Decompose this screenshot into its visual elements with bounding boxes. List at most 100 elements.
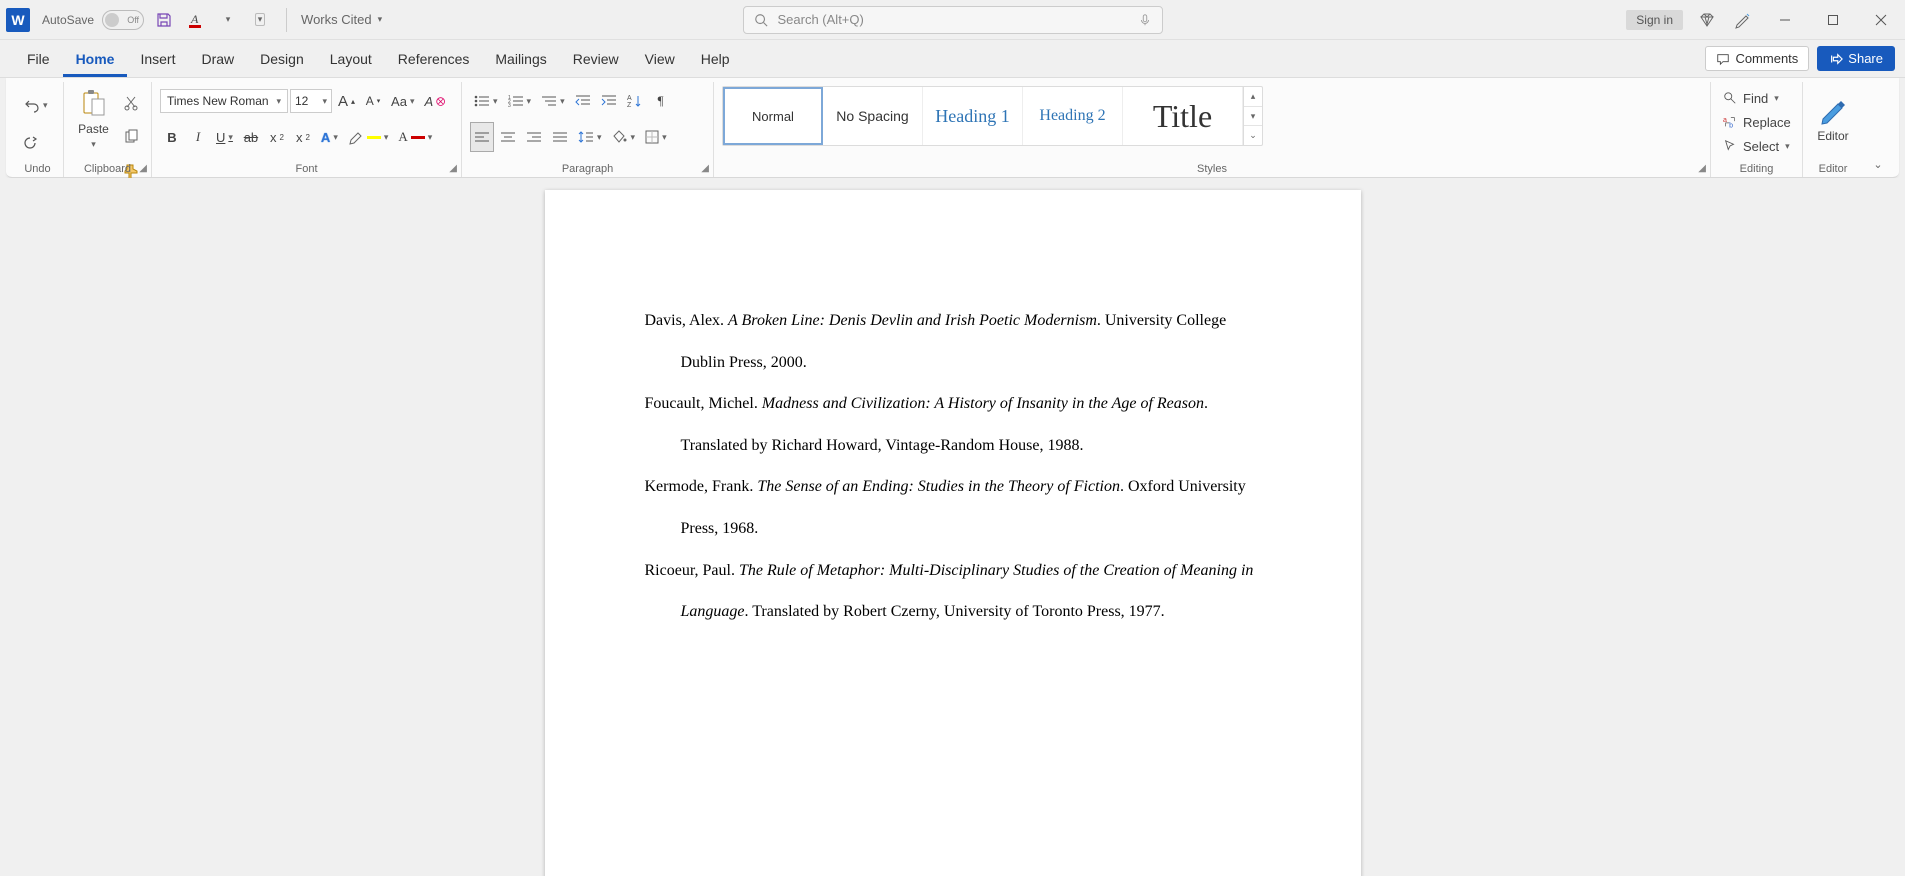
entry-author: Davis, Alex. [645, 312, 725, 329]
multilevel-list-button[interactable]: ▾ [537, 86, 569, 116]
align-right-button[interactable] [522, 122, 546, 152]
editor-button[interactable]: Editor [1811, 84, 1855, 154]
diamond-icon[interactable] [1695, 8, 1719, 32]
entry-author: Foucault, Michel. [645, 395, 758, 412]
sort-button[interactable]: AZ [623, 86, 647, 116]
tab-view[interactable]: View [632, 43, 688, 77]
close-button[interactable] [1863, 6, 1899, 34]
font-launcher[interactable]: ◢ [449, 163, 457, 174]
font-color-qat[interactable]: A [184, 8, 208, 32]
change-case-button[interactable]: Aa▾ [387, 86, 418, 116]
subscript-button[interactable]: x2 [265, 122, 289, 152]
tab-insert[interactable]: Insert [127, 43, 188, 77]
italic-button[interactable]: I [186, 122, 210, 152]
styles-scroll-up[interactable]: ▴ [1244, 87, 1262, 107]
mic-icon[interactable] [1138, 13, 1152, 27]
copy-button[interactable] [119, 122, 143, 152]
tab-mailings[interactable]: Mailings [482, 43, 559, 77]
collapse-ribbon-button[interactable]: ⌄ [1863, 82, 1893, 177]
minimize-button[interactable] [1767, 6, 1803, 34]
comments-label: Comments [1735, 51, 1798, 66]
document-canvas[interactable]: Davis, Alex. A Broken Line: Denis Devlin… [0, 178, 1905, 876]
maximize-button[interactable] [1815, 6, 1851, 34]
styles-scroll-down[interactable]: ▾ [1244, 107, 1262, 127]
entry-title: The Sense of an Ending: Studies in the T… [757, 478, 1120, 495]
editor-label: Editor [1817, 129, 1848, 143]
tab-design[interactable]: Design [247, 43, 317, 77]
citation-entry[interactable]: Davis, Alex. A Broken Line: Denis Devlin… [645, 300, 1261, 383]
grow-font-button[interactable]: A▴ [334, 86, 359, 116]
autosave-state: Off [127, 15, 139, 25]
entry-author: Ricoeur, Paul. [645, 562, 735, 579]
tab-layout[interactable]: Layout [317, 43, 385, 77]
style-heading-1[interactable]: Heading 1 [923, 87, 1023, 145]
styles-expand[interactable]: ⌄ [1244, 126, 1262, 145]
redo-button[interactable] [20, 128, 44, 158]
title-bar: W AutoSave Off A ▾ ▾ Works Cited▾ Search… [0, 0, 1905, 40]
clear-format-button[interactable]: A⨂ [420, 86, 449, 116]
undo-button[interactable]: ▾ [20, 90, 52, 120]
style-normal[interactable]: Normal [723, 87, 823, 145]
group-label-font: Font [152, 163, 461, 175]
borders-button[interactable]: ▾ [641, 122, 671, 152]
tab-file[interactable]: File [14, 43, 63, 77]
decrease-indent-button[interactable] [571, 86, 595, 116]
numbering-button[interactable]: 123▾ [504, 86, 536, 116]
bullets-button[interactable]: ▾ [470, 86, 502, 116]
clipboard-launcher[interactable]: ◢ [139, 163, 147, 174]
citation-entry[interactable]: Kermode, Frank. The Sense of an Ending: … [645, 466, 1261, 549]
search-input[interactable]: Search (Alt+Q) [743, 6, 1163, 34]
separator [286, 8, 287, 32]
autosave-label: AutoSave [42, 13, 94, 27]
tab-home[interactable]: Home [63, 43, 128, 77]
align-center-button[interactable] [496, 122, 520, 152]
align-left-button[interactable] [470, 122, 494, 152]
bold-button[interactable]: B [160, 122, 184, 152]
styles-launcher[interactable]: ◢ [1698, 163, 1706, 174]
shading-button[interactable]: ▾ [608, 122, 640, 152]
tab-references[interactable]: References [385, 43, 483, 77]
document-title-text: Works Cited [301, 12, 372, 27]
justify-button[interactable] [548, 122, 572, 152]
paragraph-launcher[interactable]: ◢ [701, 163, 709, 174]
highlight-button[interactable]: ▾ [344, 122, 393, 152]
font-color-button[interactable]: A▾ [394, 122, 436, 152]
shrink-font-button[interactable]: A▾ [361, 86, 385, 116]
font-color-qat-dropdown[interactable]: ▾ [216, 8, 240, 32]
select-button[interactable]: Select▾ [1719, 134, 1794, 158]
document-title[interactable]: Works Cited▾ [301, 12, 382, 27]
style-heading-2[interactable]: Heading 2 [1023, 87, 1123, 145]
font-name-select[interactable]: Times New Roman▾ [160, 89, 288, 113]
svg-text:b: b [1729, 122, 1733, 129]
autosave-toggle[interactable]: Off [102, 10, 144, 30]
tab-help[interactable]: Help [688, 43, 743, 77]
replace-button[interactable]: abReplace [1719, 110, 1795, 134]
increase-indent-button[interactable] [597, 86, 621, 116]
entry-author: Kermode, Frank. [645, 478, 754, 495]
cut-button[interactable] [119, 88, 143, 118]
find-button[interactable]: Find▾ [1719, 86, 1783, 110]
save-icon[interactable] [152, 8, 176, 32]
share-button[interactable]: Share [1817, 46, 1895, 71]
comments-button[interactable]: Comments [1705, 46, 1809, 71]
pen-icon[interactable] [1731, 8, 1755, 32]
citation-entry[interactable]: Ricoeur, Paul. The Rule of Metaphor: Mul… [645, 550, 1261, 633]
strikethrough-button[interactable]: ab [239, 122, 263, 152]
style-no-spacing[interactable]: No Spacing [823, 87, 923, 145]
style-title[interactable]: Title [1123, 87, 1243, 145]
qat-customize-dropdown[interactable]: ▾ [248, 8, 272, 32]
tab-draw[interactable]: Draw [188, 43, 247, 77]
superscript-button[interactable]: x2 [291, 122, 315, 152]
font-size-select[interactable]: 12▾ [290, 89, 332, 113]
underline-button[interactable]: U▾ [212, 122, 237, 152]
citation-entry[interactable]: Foucault, Michel. Madness and Civilizati… [645, 383, 1261, 466]
paste-button[interactable]: Paste▾ [72, 84, 115, 154]
page[interactable]: Davis, Alex. A Broken Line: Denis Devlin… [545, 190, 1361, 876]
share-icon [1829, 52, 1843, 66]
line-spacing-button[interactable]: ▾ [574, 122, 606, 152]
show-marks-button[interactable]: ¶ [649, 86, 673, 116]
svg-text:3: 3 [508, 103, 511, 108]
sign-in-button[interactable]: Sign in [1626, 10, 1683, 30]
tab-review[interactable]: Review [560, 43, 632, 77]
text-effects-button[interactable]: A▾ [317, 122, 342, 152]
